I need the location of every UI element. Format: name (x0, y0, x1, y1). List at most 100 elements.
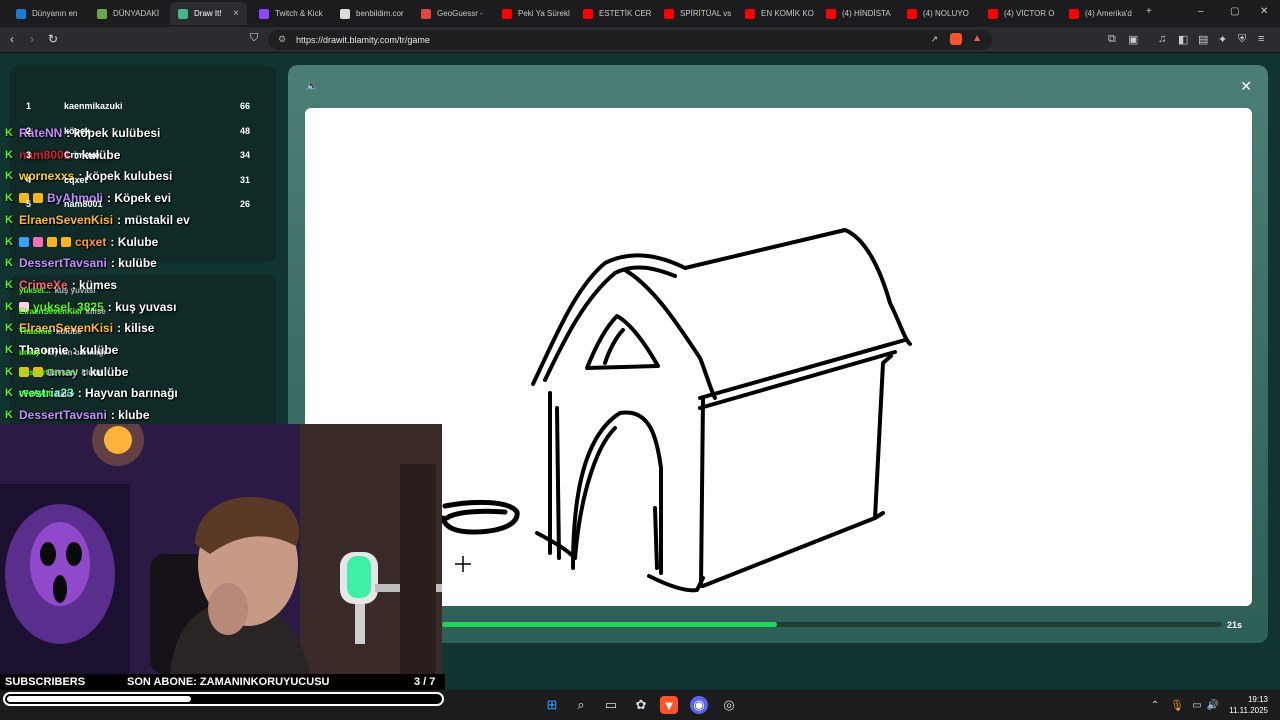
guess-user: oFsAyttt (19, 388, 52, 398)
last-subscriber-label: SON ABONE: ZAMANINKORUYUCUSU (127, 676, 330, 688)
tab-favicon-icon (664, 8, 674, 19)
chat-badge-icon (61, 236, 71, 247)
timer-progress-bar (442, 622, 1222, 627)
tab-search-icon[interactable]: ▣ (1128, 33, 1138, 46)
drawing-canvas[interactable] (305, 108, 1252, 606)
share-icon[interactable]: ↗ (930, 34, 938, 45)
subscriber-goal-count: 3 / 7 (414, 676, 436, 688)
microphone-icon[interactable]: 🎙 (1168, 696, 1186, 714)
close-tab-icon[interactable]: × (233, 8, 239, 19)
windows-start-icon[interactable]: ⊞ (543, 696, 561, 714)
tab-label: (4) NOLUYO (923, 9, 969, 18)
leaderboard-row: 3 Crimexe 34 (26, 150, 266, 164)
tab-favicon-icon (259, 8, 269, 19)
task-view-icon[interactable]: ▭ (602, 696, 620, 714)
discord-icon[interactable]: ◉ (690, 696, 708, 714)
obs-icon[interactable]: ◎ (720, 696, 738, 714)
stream-info-bar: SUBSCRIBERS SON ABONE: ZAMANINKORUYUCUSU… (0, 674, 445, 690)
tab-label: (4) VİCTOR O (1004, 9, 1055, 18)
extensions-icon[interactable]: ⧉ (1108, 33, 1116, 46)
chatgpt-icon[interactable]: ✿ (632, 696, 650, 714)
new-tab-button[interactable]: + (1146, 6, 1152, 17)
guess-row: DessertTavsani klube (19, 368, 102, 377)
guess-row: Thaomie kulübe (19, 327, 82, 336)
tab-label: Peki Ya Sürekl (518, 9, 570, 18)
chat-badge-icon (33, 236, 43, 247)
volume-icon[interactable]: 🔊 (1204, 696, 1222, 714)
close-icon[interactable]: ✕ (1240, 78, 1252, 95)
clock-date: 11.11.2025 (1229, 706, 1268, 715)
kick-icon: K (5, 365, 13, 378)
leaderboard-rank: 5 (26, 199, 32, 209)
browser-tab[interactable]: ESTETİK CERR (575, 2, 652, 25)
vpn-icon[interactable]: ⛨ (1238, 33, 1246, 46)
speaker-icon[interactable]: 🔈 (306, 81, 318, 92)
clock-time: 19:13 (1247, 695, 1268, 704)
guess-user: yuksel... (19, 286, 51, 295)
sidebar-icon[interactable]: ◧ (1178, 33, 1188, 46)
subscribers-label: SUBSCRIBERS (5, 676, 86, 688)
chat-badge-icon (19, 236, 29, 247)
browser-tab[interactable]: (4) NOLUYO (899, 2, 976, 25)
close-window-button[interactable]: ✕ (1260, 6, 1268, 17)
browser-tab[interactable]: (4) Amerika'd (1061, 2, 1138, 25)
browser-tab[interactable]: Twitch & Kick (251, 2, 328, 25)
browser-tab[interactable]: Peki Ya Sürekl (494, 2, 571, 25)
arrow-left-icon[interactable]: ‹ (10, 32, 14, 46)
timer-progress-fill (442, 622, 778, 627)
browser-tab[interactable]: DÜNYADAKİ (89, 2, 166, 25)
browser-tab[interactable]: (4) HİNDİSTA (818, 2, 895, 25)
browser-tab[interactable]: benbildim.cor (332, 2, 409, 25)
guess-user: Thaomie (19, 327, 52, 336)
chat-message: K DessertTavsani: kulübe (5, 254, 157, 272)
chat-text: : müstakil ev (117, 212, 190, 227)
search-icon[interactable]: ⌕ (572, 696, 590, 714)
browser-tab[interactable]: Draw It! × (170, 2, 247, 25)
browser-tab[interactable]: SPİRİTÜAL vs (656, 2, 733, 25)
rewards-icon[interactable]: ▲ (972, 33, 982, 44)
browser-tab[interactable]: Dünyanın en (8, 2, 85, 25)
brave-shields-icon[interactable] (950, 33, 962, 45)
guess-text: kulübe (55, 327, 82, 336)
leaderboard-score: 31 (239, 174, 250, 185)
brave-browser-icon[interactable]: ▼ (660, 696, 678, 714)
kick-icon: K (5, 192, 13, 205)
kick-icon: K (5, 148, 13, 161)
browser-toolbar: ‹ › ↻ ⛉ ⚙ https://drawit.blamity.com/tr/… (0, 27, 1280, 53)
tab-label: ESTETİK CERR (599, 9, 652, 18)
subscriber-goal-bar (3, 692, 444, 706)
address-bar[interactable]: ⚙ https://drawit.blamity.com/tr/game ↗ ▲ (268, 30, 992, 50)
chat-text: : Kulube (110, 234, 159, 249)
chat-username: DessertTavsani (19, 256, 107, 271)
wallet-icon[interactable]: ▤ (1198, 33, 1208, 46)
tab-favicon-icon (826, 8, 836, 19)
media-icon[interactable]: ♫ (1158, 33, 1166, 45)
bookmark-icon[interactable]: ⛉ (250, 32, 258, 45)
minimize-button[interactable]: – (1198, 6, 1204, 17)
kick-icon: K (5, 409, 13, 422)
tab-favicon-icon (178, 8, 188, 19)
leo-ai-icon[interactable]: ✦ (1218, 33, 1227, 46)
leaderboard-score: 34 (239, 150, 250, 160)
browser-tab[interactable]: (4) VİCTOR O (980, 2, 1057, 25)
tray-chevron-icon[interactable]: ⌃ (1146, 696, 1164, 714)
arrow-right-icon[interactable]: › (30, 32, 34, 46)
tab-label: SPİRİTÜAL vs (680, 9, 732, 18)
browser-tab[interactable]: EN KOMİK KO (737, 2, 814, 25)
reload-icon[interactable]: ↻ (48, 32, 58, 46)
kick-icon: K (5, 344, 13, 356)
address-text: https://drawit.blamity.com/tr/game (296, 35, 430, 45)
site-settings-icon[interactable]: ⚙ (278, 34, 286, 45)
guess-row: yuksel... kuş yuvası (19, 286, 96, 295)
menu-icon[interactable]: ≡ (1258, 33, 1264, 45)
chat-text: : kilise (117, 321, 155, 336)
windows-taskbar: ⊞ ⌕ ▭ ✿ ▼ ◉ ◎ ⌃ 🎙 ▭ 🔊 19:13 11.11.2025 (0, 690, 1280, 720)
chat-text: : klube (110, 408, 150, 423)
leaderboard-score: 26 (239, 199, 250, 209)
browser-tab[interactable]: GeoGuessr - (413, 2, 490, 25)
maximize-button[interactable]: ▢ (1230, 6, 1239, 17)
chat-text: : kuş yuvası (107, 299, 177, 314)
chat-text: : kulübe (110, 256, 157, 271)
guess-text: kilise (85, 306, 106, 316)
system-clock[interactable]: 19:13 11.11.2025 (1229, 694, 1268, 716)
